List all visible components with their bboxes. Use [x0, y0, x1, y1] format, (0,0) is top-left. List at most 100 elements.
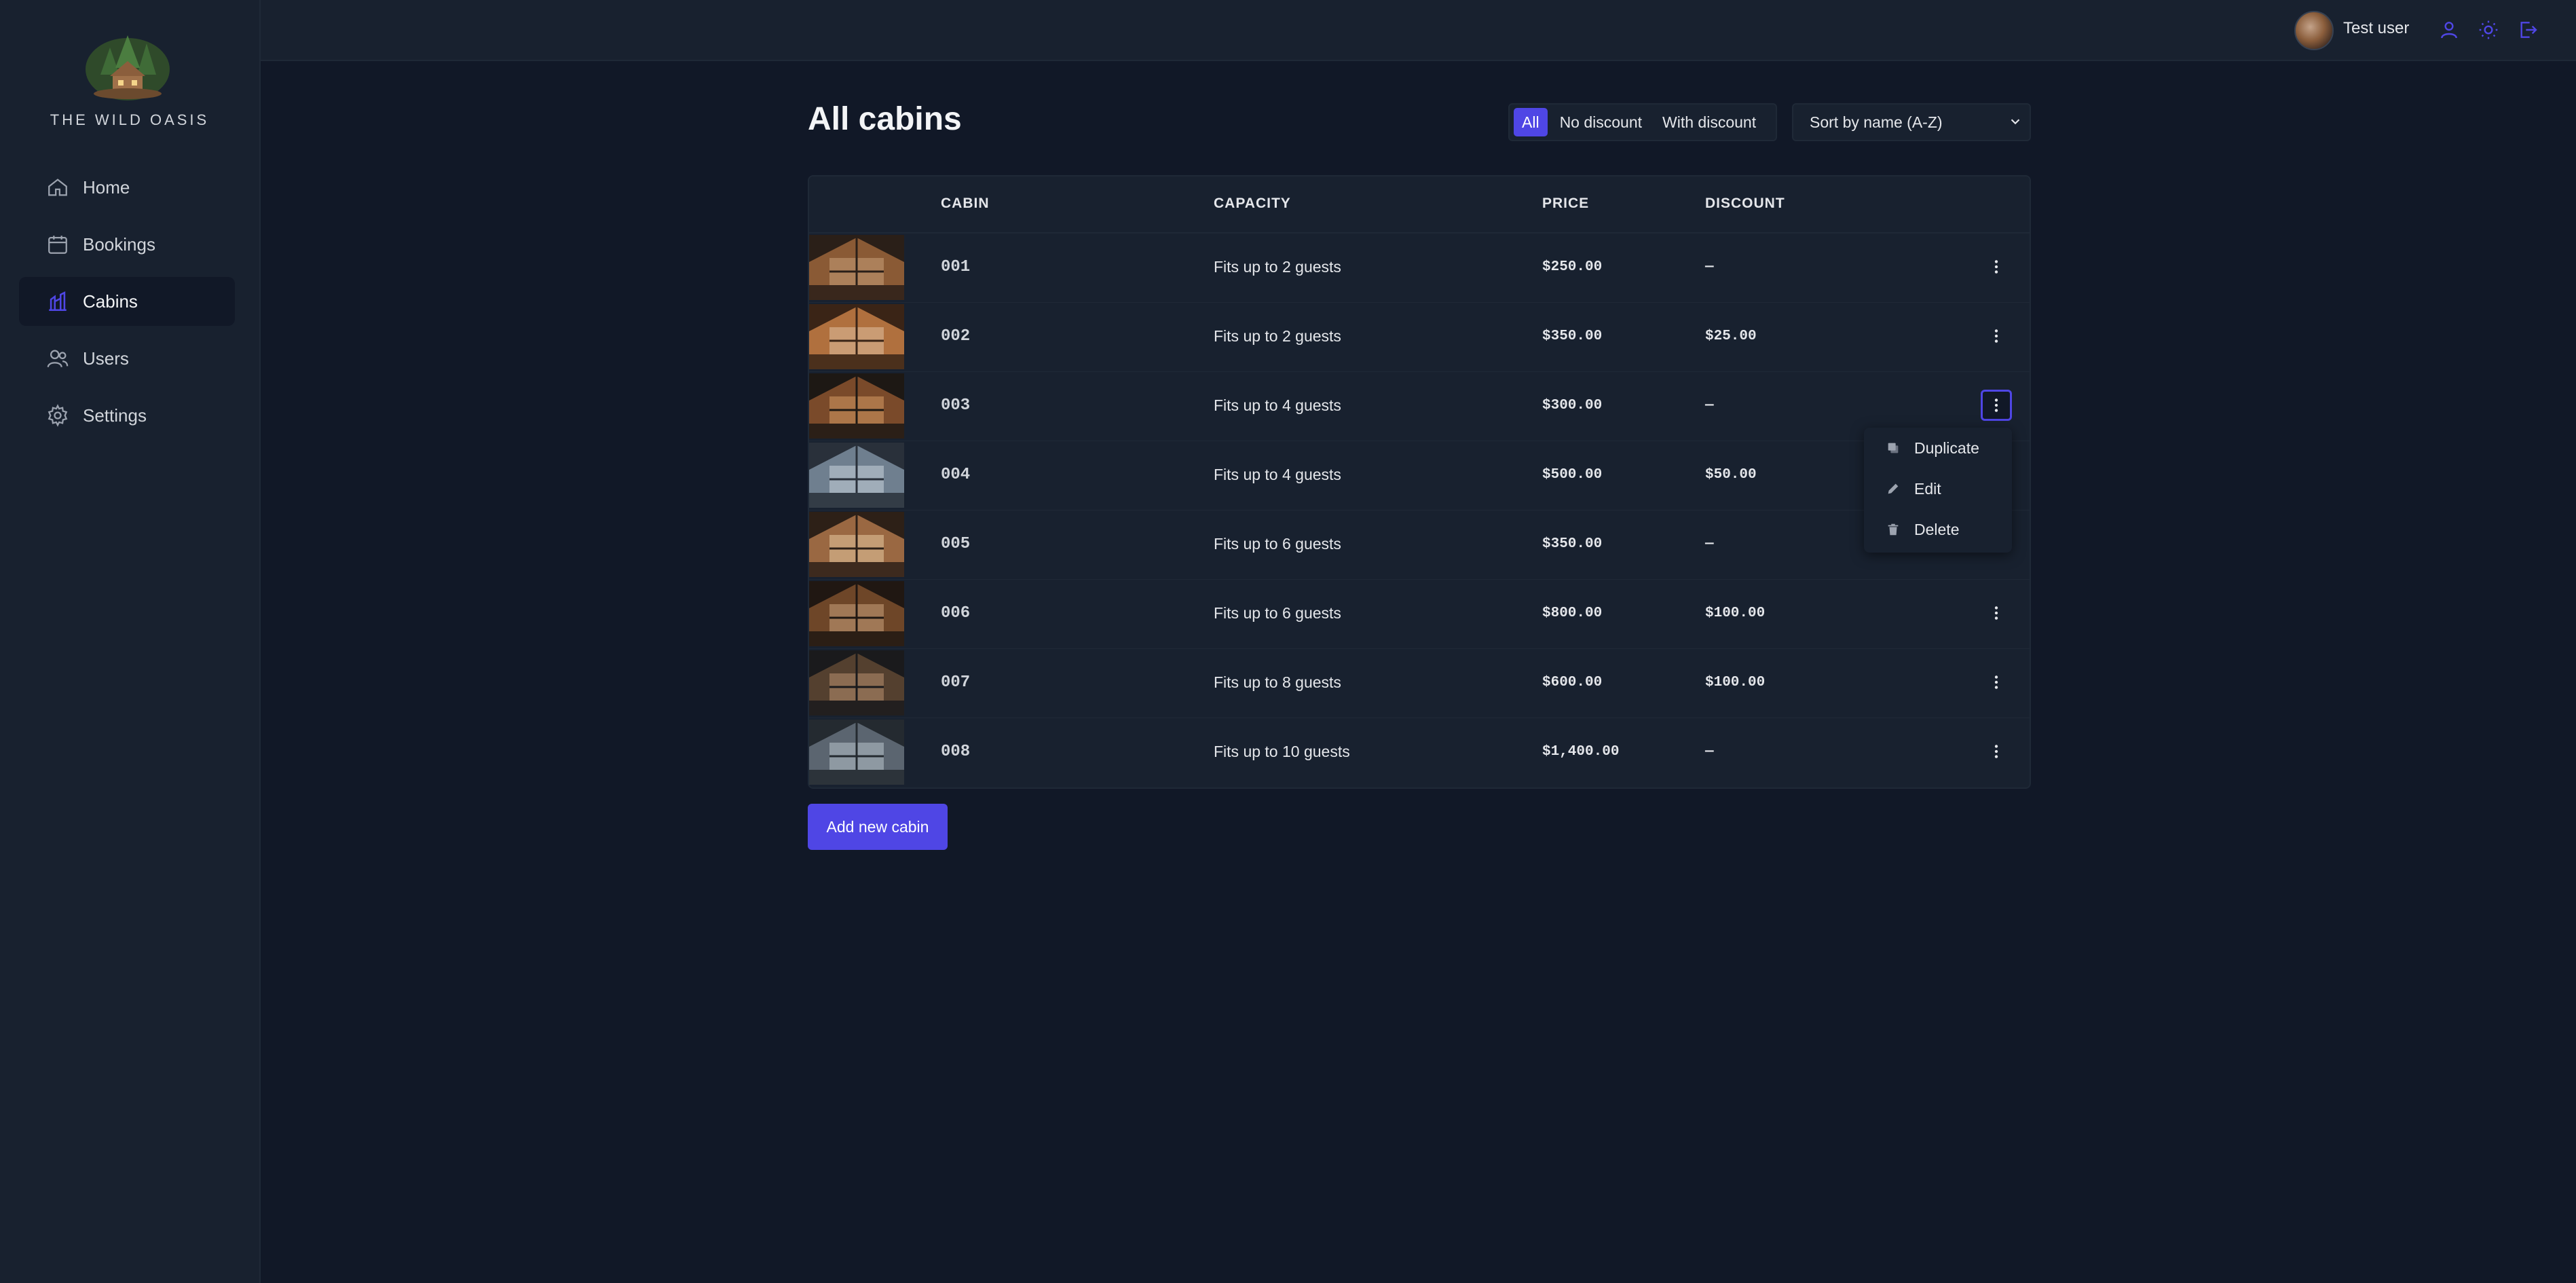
cabin-price: $800.00	[1542, 606, 1603, 621]
cabin-discount: —	[1705, 259, 1714, 275]
cabins-icon	[46, 290, 69, 313]
more-vertical-icon	[1994, 675, 1998, 689]
duplicate-icon	[1888, 443, 1899, 453]
cabin-thumbnail	[809, 512, 904, 577]
calendar-icon	[46, 233, 69, 256]
table-header: CABIN CAPACITY PRICE DISCOUNT	[809, 176, 2030, 234]
row-menu-button[interactable]	[1981, 597, 2012, 629]
cabin-thumbnail	[809, 235, 904, 300]
sidebar: THE WILD OASIS Home Bookings Cabins User…	[0, 0, 261, 1283]
table-row: 003 Fits up to 4 guests $300.00 —	[809, 372, 2030, 441]
cabin-discount: $25.00	[1705, 329, 1757, 344]
users-icon	[46, 347, 69, 370]
cabin-name: 001	[941, 258, 971, 276]
cabin-price: $350.00	[1542, 536, 1603, 552]
duplicate-menu-item[interactable]: Duplicate	[1864, 428, 2012, 468]
cabin-capacity: Fits up to 4 guests	[1214, 396, 1341, 414]
logo	[80, 27, 175, 102]
row-menu-button[interactable]	[1981, 320, 2012, 352]
cabin-capacity: Fits up to 8 guests	[1214, 673, 1341, 691]
sort-selected-value: Sort by name (A-Z)	[1810, 113, 1943, 131]
sun-icon[interactable]	[2475, 16, 2502, 43]
cabin-name: 006	[941, 604, 971, 622]
brand-name: THE WILD OASIS	[50, 111, 210, 128]
cabin-capacity: Fits up to 6 guests	[1214, 535, 1341, 553]
cabin-capacity: Fits up to 6 guests	[1214, 604, 1341, 622]
column-header-capacity: CAPACITY	[1214, 196, 1291, 211]
nav-item-settings[interactable]: Settings	[19, 391, 235, 440]
add-new-cabin-button[interactable]: Add new cabin	[808, 804, 948, 850]
sort-select[interactable]: Sort by name (A-Z)	[1792, 103, 2031, 141]
table-row: 001 Fits up to 2 guests $250.00 —	[809, 234, 2030, 303]
cabin-thumbnail	[809, 650, 904, 715]
row-menu-button[interactable]	[1981, 667, 2012, 698]
cabin-thumbnail	[809, 373, 904, 439]
nav-item-users[interactable]: Users	[19, 334, 235, 383]
cabins-table: CABIN CAPACITY PRICE DISCOUNT 001 Fits up…	[808, 175, 2031, 789]
nav-item-cabins[interactable]: Cabins	[19, 277, 235, 326]
cabin-discount: $100.00	[1705, 675, 1766, 690]
cabin-discount: —	[1705, 398, 1714, 413]
table-row: 008 Fits up to 10 guests $1,400.00 —	[809, 718, 2030, 787]
cabin-name: 003	[941, 396, 971, 415]
column-header-discount: DISCOUNT	[1705, 196, 1785, 211]
cabin-name: 007	[941, 673, 971, 692]
table-row: 006 Fits up to 6 guests $800.00 $100.00	[809, 580, 2030, 649]
cabin-price: $350.00	[1542, 329, 1603, 344]
cabin-discount: $50.00	[1705, 467, 1757, 483]
more-vertical-icon	[1994, 606, 1998, 620]
column-header-cabin: CABIN	[941, 196, 990, 211]
menu-item-label: Delete	[1914, 520, 1960, 538]
nav-label: Cabins	[83, 291, 138, 312]
main-nav: Home Bookings Cabins Users Settings	[19, 163, 235, 448]
menu-item-label: Edit	[1914, 479, 1941, 498]
cabin-price: $1,400.00	[1542, 744, 1620, 760]
row-menu-button[interactable]	[1981, 736, 2012, 767]
nav-label: Users	[83, 348, 129, 369]
cabin-thumbnail	[809, 443, 904, 508]
cabin-price: $300.00	[1542, 398, 1603, 413]
cabin-price: $250.00	[1542, 259, 1603, 275]
row-context-menu: Duplicate Edit Delete	[1864, 428, 2012, 553]
nav-item-bookings[interactable]: Bookings	[19, 220, 235, 269]
username: Test user	[2343, 19, 2410, 37]
edit-menu-item[interactable]: Edit	[1864, 468, 2012, 509]
cabin-capacity: Fits up to 10 guests	[1214, 743, 1350, 760]
logout-icon[interactable]	[2514, 16, 2541, 43]
table-row: 005 Fits up to 6 guests $350.00 —	[809, 510, 2030, 580]
filter-all-button[interactable]: All	[1514, 108, 1548, 136]
row-menu-button[interactable]	[1981, 251, 2012, 282]
top-header	[261, 0, 2576, 61]
nav-item-home[interactable]: Home	[19, 163, 235, 212]
column-header-price: PRICE	[1542, 196, 1590, 211]
cabin-price: $500.00	[1542, 467, 1603, 483]
discount-filter: All No discount With discount	[1508, 103, 1777, 141]
table-row: 004 Fits up to 4 guests $500.00 $50.00	[809, 441, 2030, 510]
cabin-capacity: Fits up to 2 guests	[1214, 327, 1341, 345]
filter-with-discount-button[interactable]: With discount	[1654, 108, 1764, 136]
nav-label: Bookings	[83, 234, 155, 255]
more-vertical-icon	[1994, 745, 1998, 758]
delete-menu-item[interactable]: Delete	[1864, 509, 2012, 550]
gear-icon	[46, 404, 69, 427]
cabin-name: 008	[941, 743, 971, 761]
table-row: 007 Fits up to 8 guests $600.00 $100.00	[809, 649, 2030, 718]
table-row: 002 Fits up to 2 guests $350.00 $25.00	[809, 303, 2030, 372]
cabin-name: 004	[941, 466, 971, 484]
cabin-capacity: Fits up to 2 guests	[1214, 258, 1341, 276]
chevron-down-icon	[2011, 119, 2020, 125]
cabin-thumbnail	[809, 304, 904, 369]
filter-no-discount-button[interactable]: No discount	[1552, 108, 1650, 136]
cabin-name: 005	[941, 535, 971, 553]
pencil-icon	[1888, 483, 1899, 494]
more-vertical-icon	[1994, 260, 1998, 274]
home-icon	[46, 176, 69, 199]
avatar[interactable]	[2294, 11, 2334, 50]
cabin-discount: —	[1705, 536, 1714, 552]
cabin-name: 002	[941, 327, 971, 346]
row-menu-button[interactable]	[1981, 390, 2012, 421]
user-icon[interactable]	[2435, 16, 2463, 43]
cabin-capacity: Fits up to 4 guests	[1214, 466, 1341, 483]
nav-label: Home	[83, 176, 130, 198]
cabin-thumbnail	[809, 720, 904, 785]
